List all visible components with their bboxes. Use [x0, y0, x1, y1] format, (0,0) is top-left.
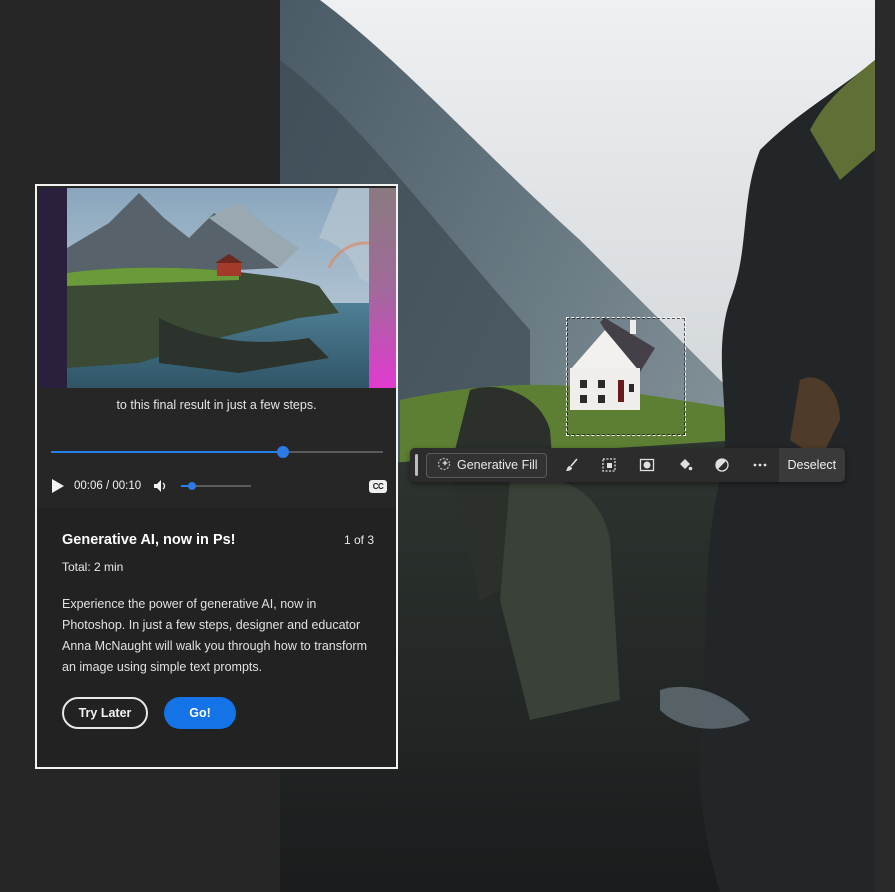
tutorial-duration: Total: 2 min: [62, 560, 124, 574]
play-icon[interactable]: [51, 478, 65, 494]
video-player: to this final result in just a few steps…: [37, 186, 396, 508]
volume-handle[interactable]: [187, 482, 196, 490]
step-counter: 1 of 3: [343, 533, 374, 547]
mask-icon[interactable]: [628, 448, 666, 482]
brush-icon[interactable]: [553, 448, 591, 482]
video-caption: to this final result in just a few steps…: [116, 398, 317, 412]
tutorial-info: Generative AI, now in Ps! 1 of 3 Total: …: [62, 532, 374, 678]
seek-handle[interactable]: [277, 446, 290, 458]
tutorial-title: Generative AI, now in Ps!: [62, 532, 236, 548]
tutorial-description: Experience the power of generative AI, n…: [62, 597, 368, 674]
go-button[interactable]: Go!: [164, 697, 236, 729]
volume-slider[interactable]: [181, 482, 252, 490]
video-frame[interactable]: [39, 188, 396, 388]
volume-icon[interactable]: [153, 478, 169, 494]
selection-marquee[interactable]: [566, 317, 686, 436]
seek-progress: [51, 451, 284, 453]
generative-fill-label: Generative Fill: [456, 458, 538, 472]
generative-fill-button[interactable]: Generative Fill: [425, 452, 547, 478]
video-thumbnail: [39, 188, 396, 388]
select-subject-icon[interactable]: [591, 448, 629, 482]
deselect-button[interactable]: Deselect: [778, 448, 845, 482]
time-display: 00:06 / 00:10: [74, 480, 142, 492]
more-icon[interactable]: [741, 448, 779, 482]
video-controls: 00:06 / 00:10 CC: [51, 476, 387, 496]
generative-fill-icon: [437, 457, 451, 474]
adjustment-icon[interactable]: [703, 448, 741, 482]
taskbar-drag-handle[interactable]: [415, 454, 418, 476]
video-seek-bar[interactable]: [51, 446, 383, 458]
try-later-button[interactable]: Try Later: [62, 697, 148, 729]
fill-icon[interactable]: [666, 448, 704, 482]
contextual-task-bar: Generative Fill Deselect: [410, 448, 845, 482]
closed-captions-button[interactable]: CC: [369, 479, 387, 493]
tutorial-panel: to this final result in just a few steps…: [35, 184, 398, 769]
canvas-gutter: [875, 0, 895, 892]
